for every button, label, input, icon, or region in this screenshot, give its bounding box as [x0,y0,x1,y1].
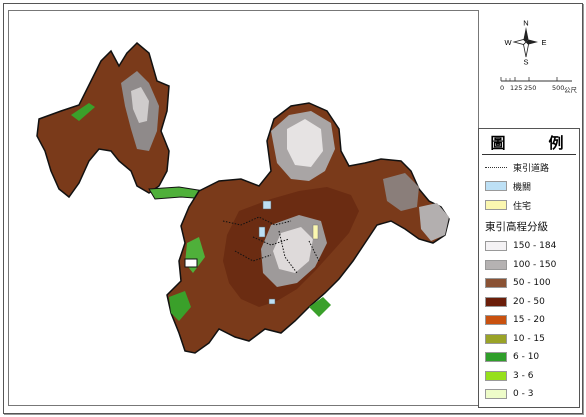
residence-swatch [485,200,507,210]
elevation-label: 6 - 10 [513,352,540,362]
elevation-swatch [485,296,507,307]
legend-row-elevation: 150 - 184 [485,239,556,253]
legend-elevation-title: 東引高程分級 [485,221,548,233]
elevation-label: 15 - 20 [513,315,545,325]
elevation-swatch [485,315,507,325]
legend-panel: 圖 例 東引道路 機關 住宅 東引高程分級 150 - 184 100 - 150… [478,128,580,408]
legend-title: 圖 例 [490,134,578,152]
map-frame [8,10,479,406]
elevation-swatch [485,241,507,251]
elevation-swatch [485,259,507,270]
legend-row-residence: 住宅 [485,198,531,212]
elevation-label: 100 - 150 [513,259,557,270]
legend-row-elevation: 3 - 6 [485,369,533,383]
legend-row-road: 東引道路 [485,160,549,174]
legend-row-elevation: 100 - 150 [485,258,556,272]
elevation-label: 3 - 6 [513,370,534,381]
elevation-label: 10 - 15 [513,333,545,344]
compass-s: S [523,58,528,67]
legend-row-elevation: 10 - 15 [485,332,545,346]
institution-marker [258,226,266,238]
legend-row-elevation: 50 - 100 [485,276,551,290]
elevation-label: 50 - 100 [513,278,551,288]
elevation-swatch [485,370,507,381]
compass-rose-icon: N S W E [504,19,546,67]
residence-marker [184,258,198,268]
legend-row-elevation: 15 - 20 [485,313,545,327]
elevation-label: 150 - 184 [513,241,557,251]
legend-row-institution: 機關 [485,179,531,193]
residence-marker [312,224,319,240]
compass-e: E [541,38,546,47]
island-map [36,41,450,354]
scale-tick-label: 125 [510,84,523,92]
legend-row-elevation: 6 - 10 [485,350,539,364]
legend-label-institution: 機關 [513,182,532,193]
legend-label-residence: 住宅 [513,201,532,212]
north-arrow: N S W E [500,18,552,67]
scale-tick-label: 500 [552,84,565,92]
institution-marker [268,298,276,305]
elevation-swatch [485,333,507,344]
institution-marker [262,200,272,210]
road-line-icon [485,162,507,172]
scale-tick-label: 0 [500,84,505,92]
elevation-swatch [485,352,507,362]
elevation-label: 0 - 3 [513,389,534,399]
elevation-label: 20 - 50 [513,296,545,307]
legend-label-road: 東引道路 [513,163,550,174]
compass-n: N [523,19,528,28]
institution-swatch [485,181,507,191]
legend-row-elevation: 0 - 3 [485,387,533,401]
compass-w: W [504,38,512,47]
legend-divider [482,154,576,155]
scale-tick-label: 250 [524,84,537,92]
scale-unit: 公尺 [564,86,577,94]
elevation-swatch [485,278,507,288]
legend-row-elevation: 20 - 50 [485,295,545,309]
elevation-swatch [485,389,507,399]
